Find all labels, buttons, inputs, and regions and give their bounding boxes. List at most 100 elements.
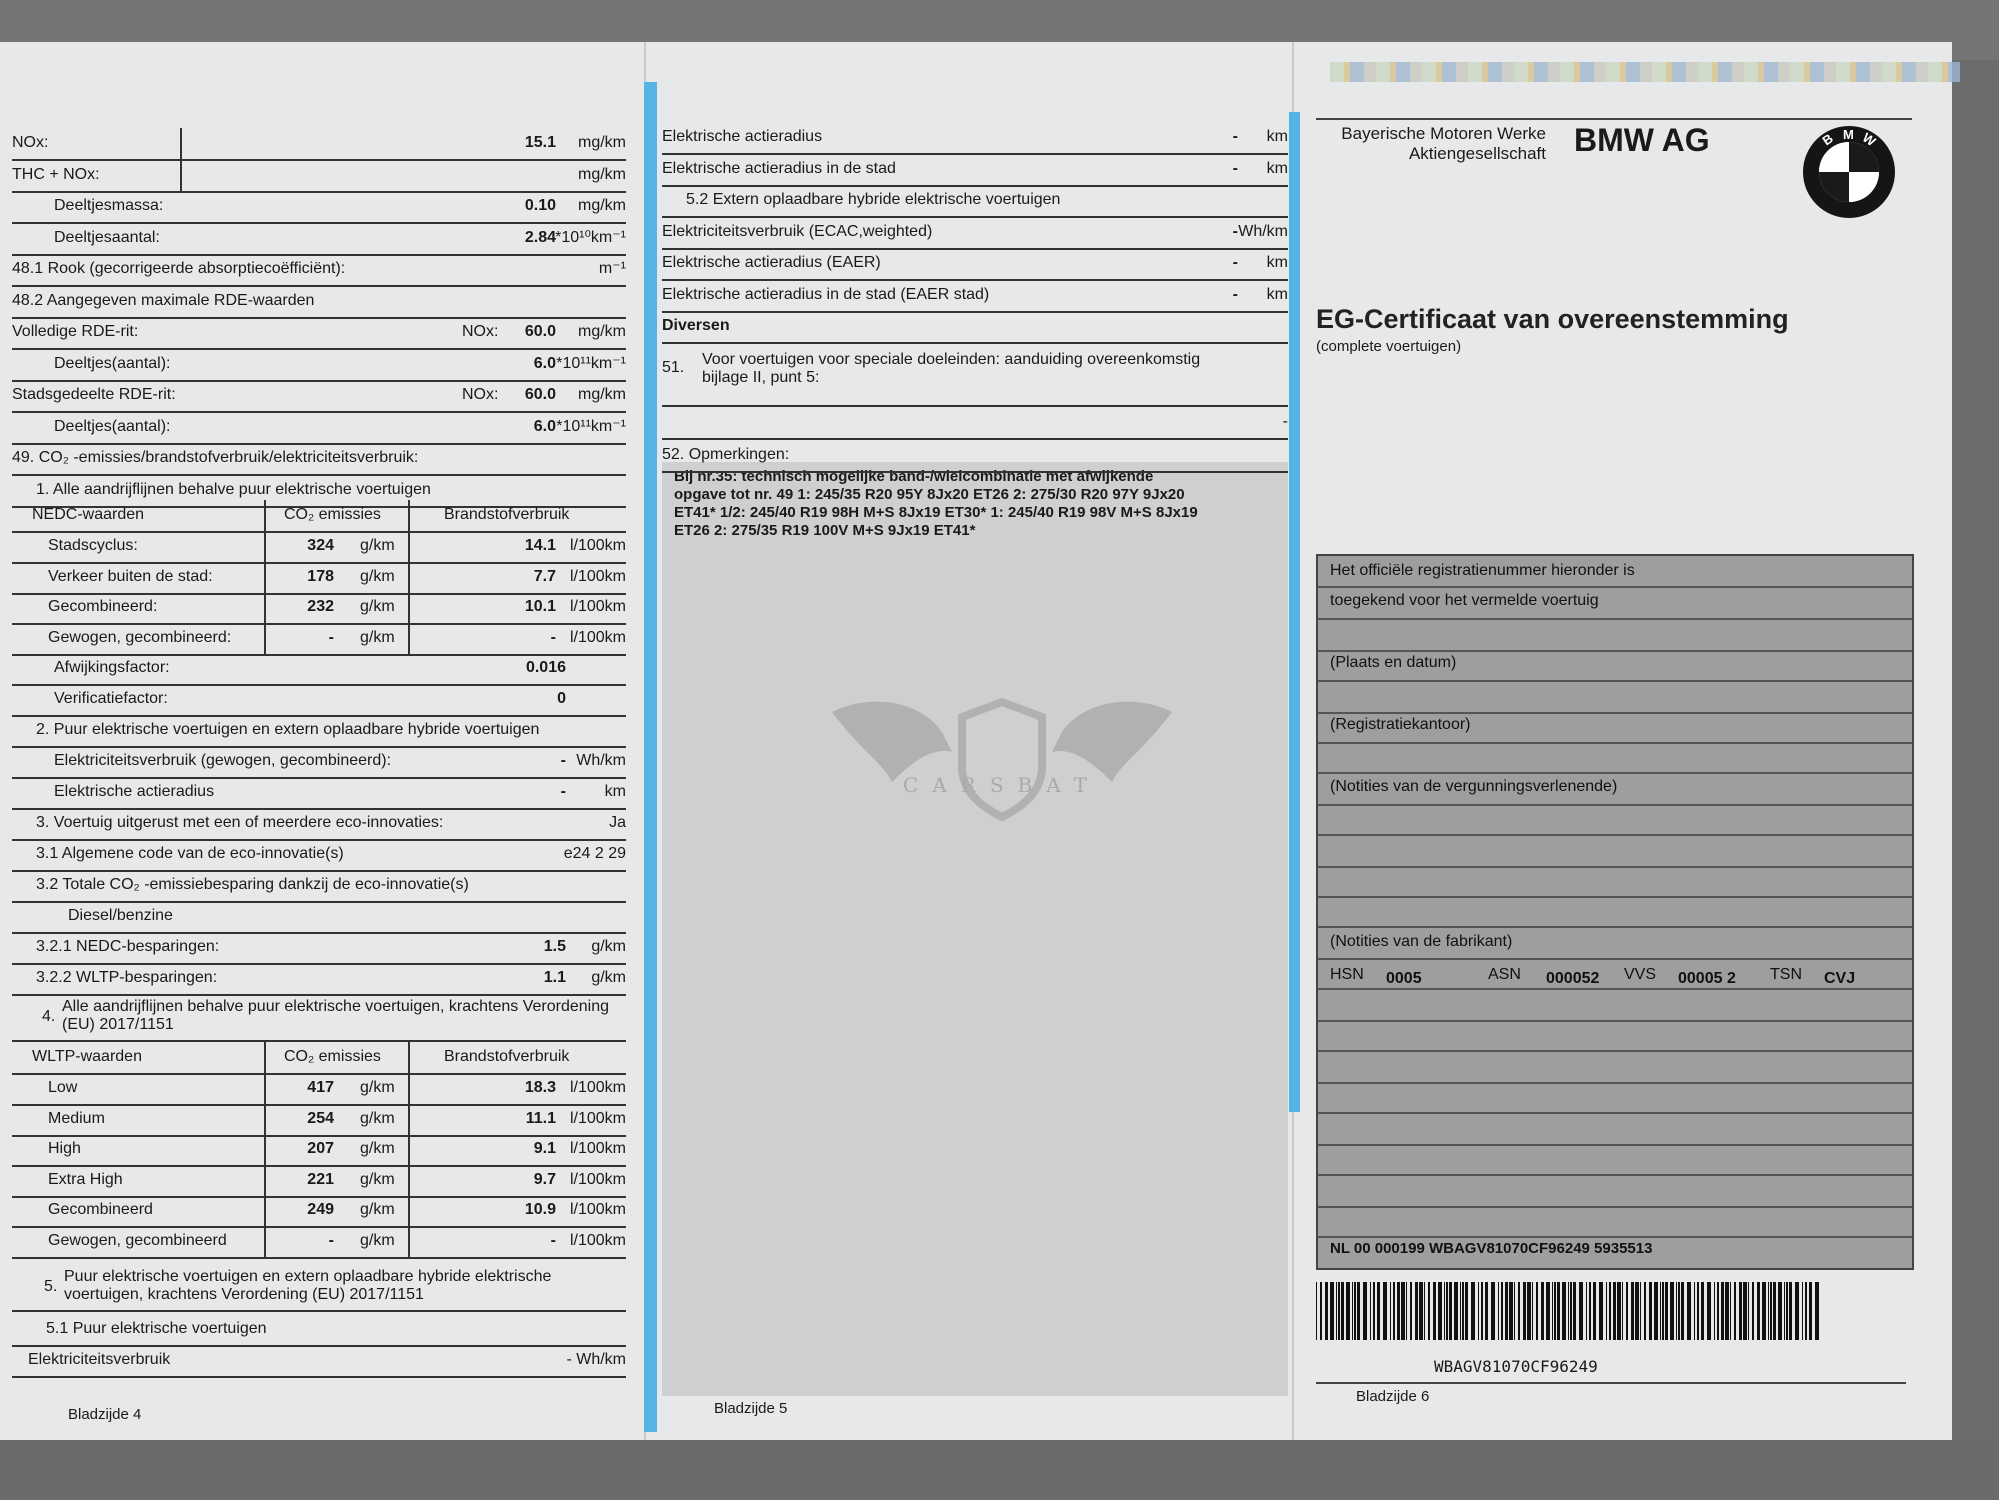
certificate-subtitle: (complete voertuigen) [1316, 338, 1462, 355]
reg-box-rule [1318, 1112, 1912, 1114]
reg-box-rule [1318, 1082, 1912, 1084]
barcode-bar [1579, 1282, 1583, 1340]
reg-box-rule [1318, 1236, 1912, 1238]
nedc-row-label: Verkeer buiten de stad: [48, 567, 213, 585]
row-unit: km [1266, 128, 1288, 145]
barcode-bar [1485, 1282, 1488, 1340]
row-label: Deeltjesaantal: [54, 228, 160, 246]
barcode-bar [1784, 1282, 1785, 1340]
registration-office-label: (Registratiekantoor) [1330, 716, 1471, 733]
row-value: 6.0 [533, 354, 556, 372]
barcode-bar [1697, 1282, 1699, 1340]
col-divider [264, 1103, 266, 1137]
row-label: Deeltjesmassa: [54, 197, 164, 214]
reg-box-rule [1318, 1050, 1912, 1052]
barcode-bar [1363, 1282, 1367, 1340]
nedc-fuel-unit: l/100km [569, 628, 626, 646]
brand-name: BMW AG [1574, 122, 1710, 158]
electricity-value: - Wh/km [566, 1351, 626, 1368]
wltp-co2-unit: g/km [360, 1170, 395, 1188]
wltp-co2: 254 [307, 1109, 334, 1127]
barcode-bar [1626, 1282, 1628, 1340]
row-label: 3.1 Algemene code van de eco-innovatie(s… [36, 845, 344, 862]
col-divider [264, 561, 266, 595]
remarks-box: Bij nr.35: technisch mogelijke band-/wie… [662, 462, 1288, 1396]
row-sublabel: NOx: [462, 386, 499, 403]
row-unit: g/km [591, 969, 626, 986]
wltp-co2-unit: g/km [360, 1201, 395, 1218]
col-divider [408, 1042, 410, 1075]
data-row: 48.2 Aangegeven maximale RDE-waarden [12, 286, 626, 319]
barcode-bar [1546, 1282, 1550, 1340]
wltp-row: Gecombineerd 249 g/km 10.9 l/100km [12, 1195, 626, 1228]
company-name: Bayerische Motoren Werke Aktiengesellsch… [1310, 124, 1546, 164]
barcode-bar [1449, 1282, 1452, 1340]
wltp-fuel: 10.9 [524, 1201, 556, 1218]
barcode-bar [1730, 1282, 1731, 1340]
barcode-bar [1352, 1282, 1353, 1340]
row-unit: Wh/km [1238, 222, 1288, 240]
wltp-fuel: 9.1 [533, 1140, 556, 1157]
data-row: THC + NOx: mg/km [12, 159, 626, 193]
col-divider [264, 592, 266, 625]
row-label: Elektrische actieradius (EAER) [662, 254, 881, 271]
col-divider [408, 1164, 410, 1198]
data-row: Volledige RDE-rit: NOx: 60.0 mg/km [12, 317, 626, 350]
wltp-row: Gewogen, gecombineerd - g/km - l/100km [12, 1225, 626, 1259]
col-divider [264, 1164, 266, 1198]
reg-text-1: Het officiële registratienummer hieronde… [1330, 562, 1635, 579]
row-label: 48.1 Rook (gecorrigeerde absorptiecoëffi… [12, 260, 346, 277]
nedc-row-label: Stadscyclus: [48, 537, 138, 554]
item-51-value: - [1282, 412, 1288, 430]
barcode-bar [1341, 1282, 1344, 1340]
vin-barcode [1316, 1282, 1819, 1340]
barcode-bar [1325, 1282, 1328, 1340]
barcode-bar [1640, 1282, 1641, 1340]
barcode-bar [1654, 1282, 1658, 1340]
nedc-fuel-unit: l/100km [569, 598, 626, 615]
row-label: Diesel/benzine [68, 907, 173, 924]
data-row: 3.2 Totale CO₂ -emissiebesparing dankzij… [12, 870, 626, 903]
data-row: Stadsgedeelte RDE-rit: NOx: 60.0 mg/km [12, 380, 626, 413]
row-value: 6.0 [533, 417, 556, 435]
row-label: 3.2.1 NEDC-besparingen: [36, 938, 220, 955]
barcode-bar [1501, 1282, 1503, 1340]
barcode-bar [1454, 1282, 1458, 1340]
row-unit: Ja [609, 814, 626, 831]
col-divider [264, 622, 266, 656]
row-value: - [560, 752, 566, 769]
wltp-row-label: Gewogen, gecombineerd [48, 1231, 227, 1249]
col-divider [408, 1073, 410, 1106]
row-unit: *10¹¹km⁻¹ [556, 354, 626, 372]
barcode-bar [1762, 1282, 1766, 1340]
nedc-co2-unit: g/km [360, 598, 395, 615]
barcode-bar [1570, 1282, 1572, 1340]
barcode-bar [1354, 1282, 1356, 1340]
col-divider [264, 1073, 266, 1106]
barcode-bar [1428, 1282, 1430, 1340]
nedc-fuel: 7.7 [533, 567, 556, 585]
wltp-co2-unit: g/km [360, 1231, 395, 1249]
asn-value: 000052 [1546, 970, 1600, 987]
item-51-value-row: - [662, 407, 1288, 440]
barcode-bar [1786, 1282, 1788, 1340]
row-sublabel: NOx: [462, 323, 499, 340]
nedc-table-header: NEDC-waarden CO₂ emissies Brandstofverbrui… [12, 500, 626, 533]
item-52-label: 52. Opmerkingen: [662, 445, 790, 463]
barcode-bar [1805, 1282, 1807, 1340]
data-row: 3. Voertuig uitgerust met een of meerder… [12, 808, 626, 841]
data-row: Diversen [662, 311, 1288, 344]
logo-letter-m: M [1843, 127, 1854, 142]
manufacturer-notes-label: (Notities van de fabrikant) [1330, 933, 1513, 950]
barcode-bar [1725, 1282, 1729, 1340]
barcode-bar [1415, 1282, 1418, 1340]
page-5-number: Bladzijde 5 [714, 1400, 788, 1417]
wltp-fuel-unit: l/100km [569, 1231, 626, 1249]
reg-box-rule [1318, 742, 1912, 744]
row-unit: km [1266, 285, 1288, 303]
barcode-bar [1316, 1282, 1317, 1340]
col-divider [408, 531, 410, 564]
wltp-row: High 207 g/km 9.1 l/100km [12, 1134, 626, 1167]
barcode-bar [1599, 1282, 1603, 1340]
reg-box-rule [1318, 804, 1912, 806]
